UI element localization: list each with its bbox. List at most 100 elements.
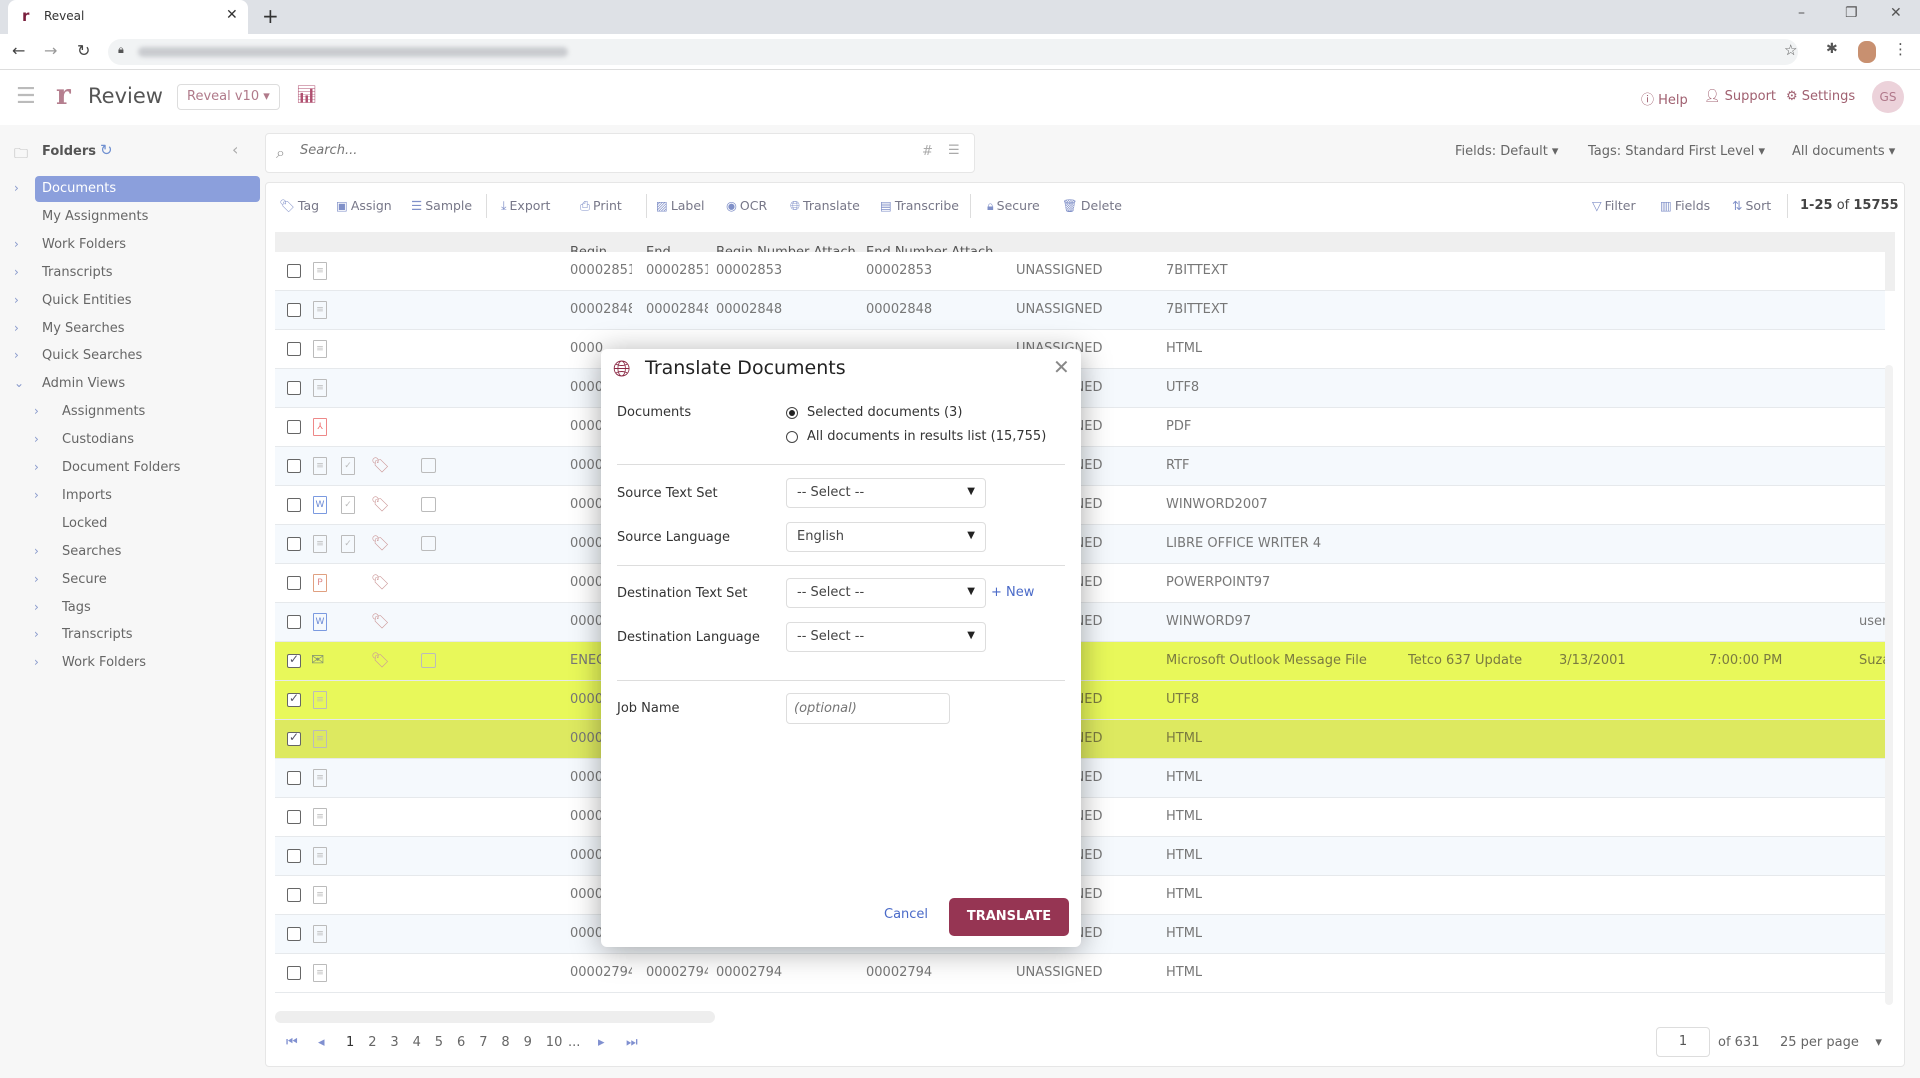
table-row[interactable]: ≡ 00002851 00002851 00002853 00002853 UNASSIG…: [275, 252, 1885, 291]
extensions-icon[interactable]: ✱: [1826, 41, 1838, 57]
row-checkbox[interactable]: [287, 615, 301, 629]
sidebar-item[interactable]: Transcripts: [42, 260, 113, 286]
toolbar-translate-button[interactable]: 🌐︎ Translate: [790, 198, 860, 214]
chevron-right-icon[interactable]: ›: [14, 237, 19, 251]
profile-avatar[interactable]: [1858, 41, 1876, 63]
sidebar-item[interactable]: My Assignments: [42, 204, 148, 230]
chevron-right-icon[interactable]: ›: [14, 321, 19, 335]
per-page-dropdown[interactable]: 25 per page ▾: [1780, 1035, 1882, 1050]
chevron-right-icon[interactable]: ›: [34, 627, 39, 641]
horizontal-scrollbar[interactable]: [275, 1011, 715, 1023]
reload-icon[interactable]: ↻: [77, 41, 90, 60]
new-tab-button[interactable]: +: [262, 4, 279, 28]
toolbar-print-button[interactable]: ⎙ Print: [580, 198, 622, 214]
translate-button[interactable]: TRANSLATE: [949, 898, 1069, 936]
back-icon[interactable]: ←: [12, 41, 25, 60]
destination-text-set-select[interactable]: -- Select -- ▼: [786, 578, 986, 608]
chevron-right-icon[interactable]: ›: [34, 488, 39, 502]
sidebar-item[interactable]: Document Folders: [62, 455, 180, 481]
page-link[interactable]: 6: [457, 1035, 465, 1050]
toolbar-sample-button[interactable]: ☰ Sample: [411, 198, 472, 213]
sidebar-item[interactable]: Tags: [62, 595, 91, 621]
page-link[interactable]: 3: [390, 1035, 398, 1050]
page-link[interactable]: 2: [368, 1035, 376, 1050]
row-checkbox[interactable]: [287, 264, 301, 278]
prev-page-icon[interactable]: ◂: [318, 1035, 325, 1050]
support-link[interactable]: 👤︎ Support: [1704, 89, 1776, 104]
row-checkbox[interactable]: [287, 810, 301, 824]
sidebar-item[interactable]: Transcripts: [62, 622, 133, 648]
page-link[interactable]: 1: [346, 1035, 354, 1050]
sidebar-item[interactable]: Locked: [62, 511, 107, 537]
sidebar-item[interactable]: Secure: [62, 567, 107, 593]
sidebar-item[interactable]: Work Folders: [42, 232, 126, 258]
maximize-button[interactable]: ❐: [1845, 5, 1858, 21]
chevron-right-icon[interactable]: ›: [34, 404, 39, 418]
user-avatar[interactable]: GS: [1872, 81, 1904, 113]
sort-button[interactable]: ⇅ Sort: [1732, 198, 1771, 213]
row-checkbox[interactable]: [287, 498, 301, 512]
sidebar-item[interactable]: Assignments: [62, 399, 145, 425]
toolbar-tag-button[interactable]: 🏷︎ Tag: [279, 198, 319, 214]
chevron-right-icon[interactable]: ›: [14, 265, 19, 279]
all-documents-radio[interactable]: [786, 431, 798, 443]
sidebar-item[interactable]: Quick Entities: [42, 288, 132, 314]
table-row[interactable]: ≡ 00002848 00002848 00002848 00002848 UNASSIG…: [275, 291, 1885, 330]
hamburger-menu-icon[interactable]: ☰: [16, 84, 36, 109]
page-link[interactable]: 10: [546, 1035, 563, 1050]
row-checkbox[interactable]: [287, 459, 301, 473]
close-dialog-icon[interactable]: ✕: [1053, 355, 1070, 379]
destination-language-select[interactable]: -- Select -- ▼: [786, 622, 986, 652]
hash-icon[interactable]: #: [922, 144, 933, 159]
row-checkbox[interactable]: [287, 652, 301, 668]
chevron-right-icon[interactable]: ›: [14, 348, 19, 362]
sidebar-item[interactable]: Quick Searches: [42, 343, 142, 369]
toolbar-export-button[interactable]: ⤓ Export: [501, 198, 550, 214]
row-checkbox[interactable]: [287, 966, 301, 980]
row-checkbox[interactable]: [287, 537, 301, 551]
job-name-input[interactable]: [786, 693, 950, 724]
vertical-scrollbar[interactable]: [1885, 365, 1893, 1005]
row-checkbox[interactable]: [287, 303, 301, 317]
page-link[interactable]: 9: [524, 1035, 532, 1050]
chevron-right-icon[interactable]: ›: [14, 181, 19, 195]
bookmark-star-icon[interactable]: ☆: [1784, 41, 1797, 59]
search-input[interactable]: [300, 143, 880, 158]
chevron-right-icon[interactable]: ›: [34, 544, 39, 558]
new-text-set-link[interactable]: + New: [991, 585, 1034, 600]
row-checkbox[interactable]: [287, 888, 301, 902]
toolbar-secure-button[interactable]: 🔒︎ Secure: [987, 198, 1040, 214]
row-checkbox[interactable]: [287, 420, 301, 434]
toolbar-delete-button[interactable]: 🗑︎ Delete: [1062, 198, 1122, 214]
chevron-right-icon[interactable]: ›: [14, 293, 19, 307]
minimize-button[interactable]: –: [1798, 5, 1805, 21]
analytics-icon[interactable]: 📊︎: [296, 85, 318, 105]
last-page-icon[interactable]: ⏭: [626, 1035, 638, 1050]
row-checkbox[interactable]: [287, 927, 301, 941]
page-number-input[interactable]: 1: [1656, 1027, 1710, 1057]
toolbar-transcribe-button[interactable]: ▤ Transcribe: [880, 198, 959, 213]
forward-icon[interactable]: →: [44, 41, 57, 60]
chevron-right-icon[interactable]: ›: [34, 655, 39, 669]
settings-link[interactable]: ⚙ Settings: [1786, 89, 1855, 104]
toolbar-assign-button[interactable]: ▣ Assign: [336, 198, 392, 213]
browser-tab[interactable]: r Reveal ✕: [8, 0, 248, 34]
sidebar-item[interactable]: Searches: [62, 539, 121, 565]
row-checkbox[interactable]: [287, 342, 301, 356]
sidebar-item[interactable]: My Searches: [42, 316, 124, 342]
help-link[interactable]: ⓘ Help: [1641, 89, 1688, 108]
row-checkbox[interactable]: [287, 691, 301, 707]
fields-button[interactable]: ▥ Fields: [1660, 198, 1710, 213]
url-field[interactable]: 🔒︎ ☆: [108, 39, 1798, 65]
source-language-select[interactable]: English ▼: [786, 522, 986, 552]
sidebar-item[interactable]: Admin Views: [42, 371, 125, 397]
source-text-set-select[interactable]: -- Select -- ▼: [786, 478, 986, 508]
browser-menu-icon[interactable]: ⋮: [1893, 40, 1908, 58]
page-link[interactable]: 7: [479, 1035, 487, 1050]
row-checkbox[interactable]: [287, 771, 301, 785]
row-checkbox[interactable]: [287, 849, 301, 863]
page-link[interactable]: 4: [413, 1035, 421, 1050]
chevron-right-icon[interactable]: ›: [34, 460, 39, 474]
tags-dropdown[interactable]: Tags: Standard First Level ▾: [1588, 144, 1765, 159]
sidebar-item[interactable]: Documents: [35, 176, 260, 202]
